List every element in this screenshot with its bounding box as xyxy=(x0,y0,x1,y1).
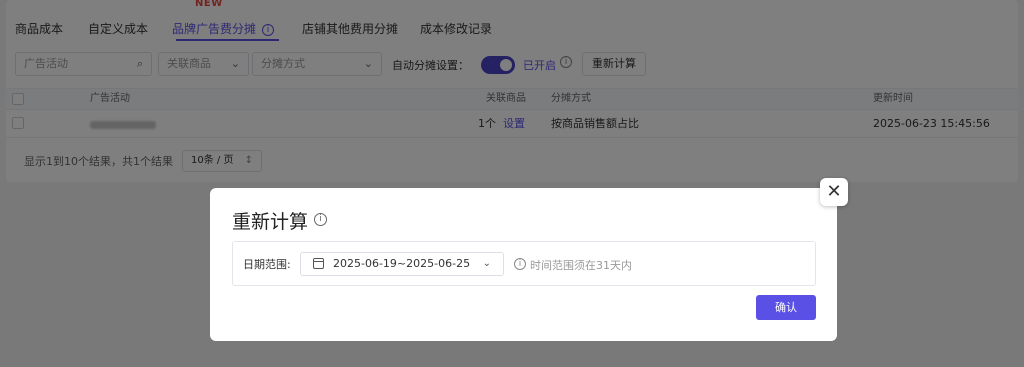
dialog-title: 重新计算 xyxy=(232,211,309,233)
date-range-label: 日期范围: xyxy=(243,258,291,271)
date-range-picker[interactable]: 2025-06-19~2025-06-25 ⌄ xyxy=(300,252,504,276)
info-icon[interactable]: i xyxy=(314,213,327,226)
date-range-value: 2025-06-19~2025-06-25 xyxy=(333,257,471,270)
chevron-down-icon: ⌄ xyxy=(482,258,491,269)
date-range-panel: 日期范围: 2025-06-19~2025-06-25 ⌄ i 时间范围须在31… xyxy=(232,241,816,286)
info-icon: i xyxy=(514,258,526,270)
close-icon: ✕ xyxy=(826,181,842,202)
close-button[interactable]: ✕ xyxy=(820,178,848,206)
confirm-button[interactable]: 确认 xyxy=(756,295,816,320)
recalculate-dialog: 重新计算 i ✕ 日期范围: 2025-06-19~2025-06-25 ⌄ i… xyxy=(210,178,848,341)
date-range-hint: 时间范围须在31天内 xyxy=(530,259,632,272)
calendar-icon xyxy=(313,258,324,269)
